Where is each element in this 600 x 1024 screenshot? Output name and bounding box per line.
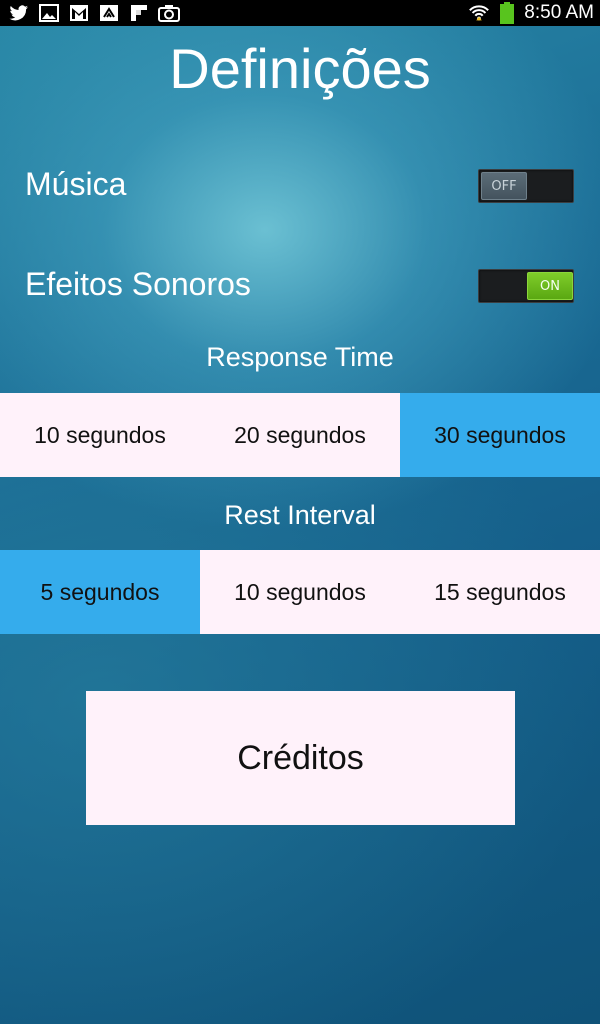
sound-effects-toggle[interactable]: ON (478, 269, 574, 303)
battery-icon (496, 2, 518, 24)
sound-effects-label: Efeitos Sonoros (25, 266, 251, 302)
flipboard-icon (128, 3, 150, 23)
wifi-icon (468, 3, 490, 23)
response-time-option-20[interactable]: 20 segundos (200, 393, 400, 477)
response-time-option-30[interactable]: 30 segundos (400, 393, 600, 477)
sound-effects-toggle-state: ON (527, 272, 573, 300)
response-time-title: Response Time (206, 342, 394, 372)
gallery-icon (38, 3, 60, 23)
rest-interval-title: Rest Interval (224, 500, 376, 530)
music-toggle-state: OFF (481, 172, 527, 200)
rest-interval-option-15[interactable]: 15 segundos (400, 550, 600, 634)
rest-interval-option-5[interactable]: 5 segundos (0, 550, 200, 634)
music-toggle[interactable]: OFF (478, 169, 574, 203)
page-title: Definições (169, 37, 431, 100)
music-label: Música (25, 166, 127, 202)
rest-interval-selector: 5 segundos 10 segundos 15 segundos (0, 550, 600, 634)
credits-button[interactable]: Créditos (86, 691, 515, 825)
response-time-option-10[interactable]: 10 segundos (0, 393, 200, 477)
status-bar: 8:50 AM (0, 0, 600, 26)
feedly-icon (98, 3, 120, 23)
notification-icons (8, 3, 180, 23)
gmail-icon (68, 3, 90, 23)
status-time: 8:50 AM (524, 2, 594, 23)
rest-interval-option-10[interactable]: 10 segundos (200, 550, 400, 634)
system-status: 8:50 AM (468, 2, 594, 24)
response-time-selector: 10 segundos 20 segundos 30 segundos (0, 393, 600, 477)
app-screen: 8:50 AM Definições Música OFF Efeitos So… (0, 0, 600, 1024)
twitter-icon (8, 3, 30, 23)
camera-icon (158, 3, 180, 23)
